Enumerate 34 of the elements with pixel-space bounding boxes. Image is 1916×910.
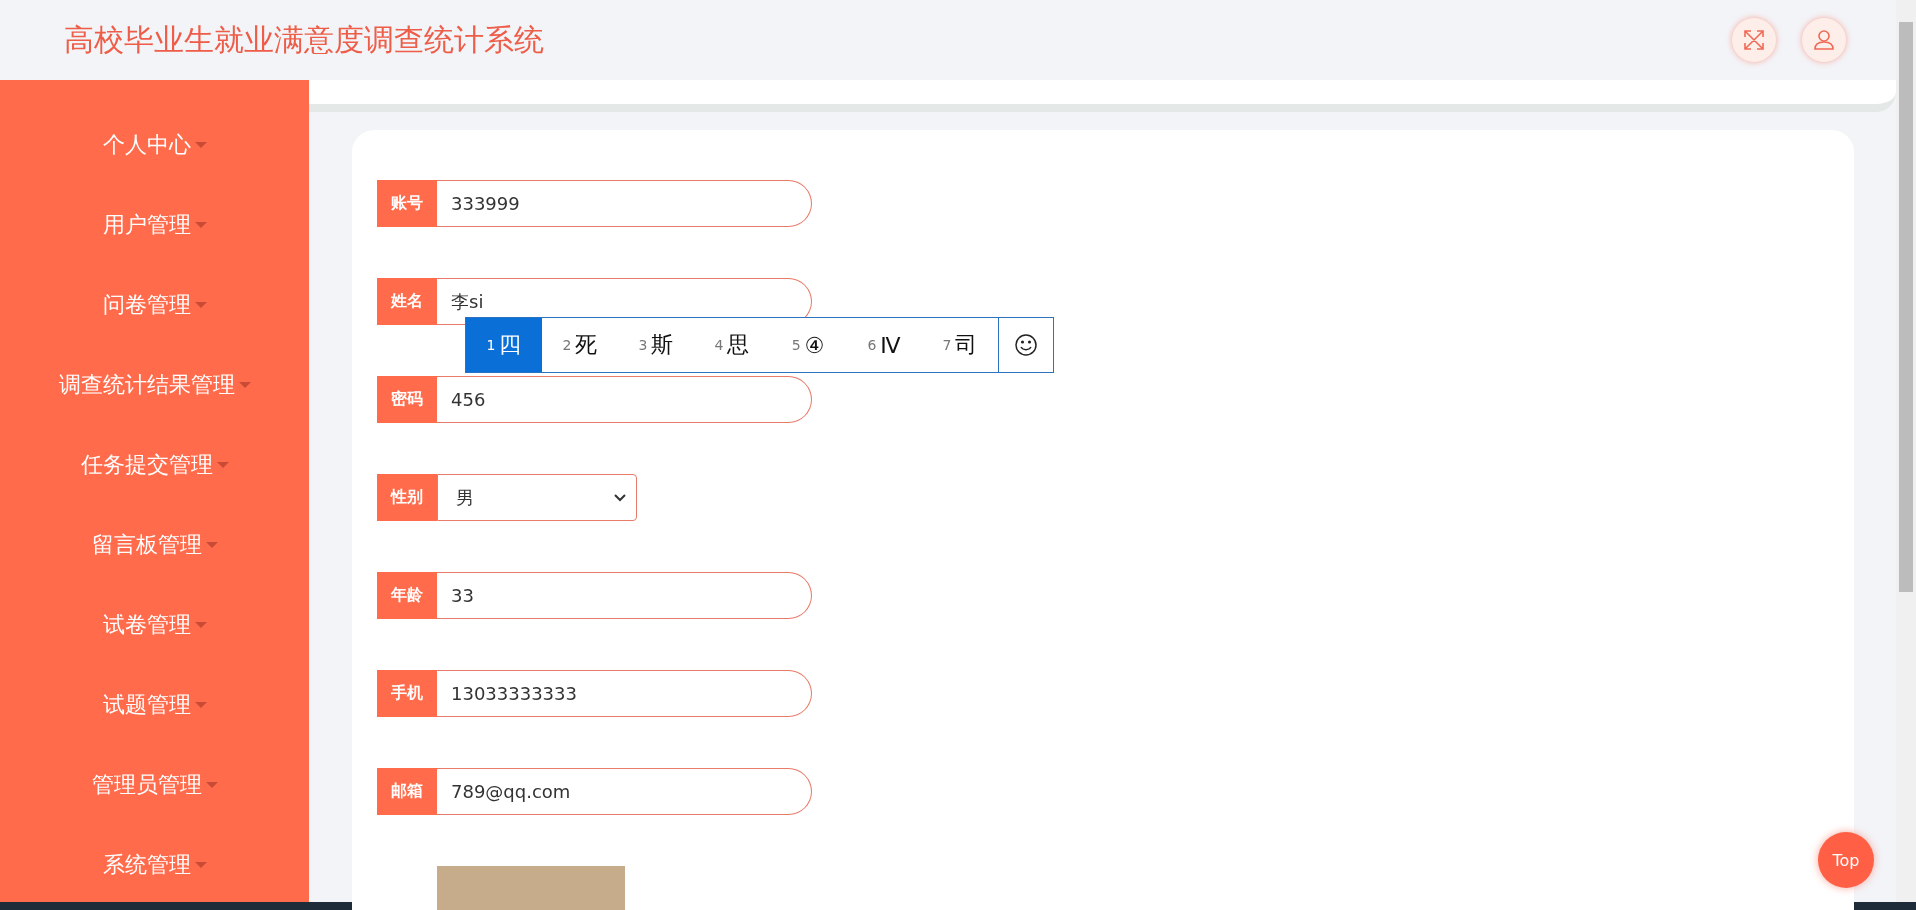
select-field[interactable]: 男 — [437, 474, 637, 521]
scrollbar[interactable] — [1896, 0, 1916, 902]
input-field[interactable]: 789@qq.com — [437, 768, 812, 815]
user-icon — [1813, 29, 1835, 51]
caret-icon — [194, 142, 207, 148]
candidate-item[interactable]: 6 Ⅳ — [846, 318, 922, 372]
caret-icon — [194, 622, 207, 628]
caret-icon — [194, 302, 207, 308]
chevron-down-icon — [614, 493, 626, 502]
smiley-icon — [1014, 333, 1038, 357]
field-label: 性别 — [377, 474, 437, 521]
field-label: 姓名 — [377, 278, 437, 325]
field-label: 手机 — [377, 670, 437, 717]
field-label: 年龄 — [377, 572, 437, 619]
fullscreen-button[interactable] — [1732, 18, 1776, 62]
caret-icon — [238, 382, 251, 388]
candidate-item[interactable]: 1 四 — [466, 318, 542, 372]
input-field[interactable]: 456 — [437, 376, 812, 423]
caret-icon — [194, 862, 207, 868]
app-title: 高校毕业生就业满意度调查统计系统 — [64, 20, 544, 59]
field-label: 账号 — [377, 180, 437, 227]
caret-icon — [216, 462, 229, 468]
caret-icon — [205, 542, 218, 548]
caret-icon — [205, 782, 218, 788]
field-label: 密码 — [377, 376, 437, 423]
input-field[interactable]: 33 — [437, 572, 812, 619]
candidate-item[interactable]: 7 司 — [922, 318, 998, 372]
caret-icon — [194, 222, 207, 228]
expand-arrows-icon — [1743, 29, 1765, 51]
input-field[interactable]: 333999 — [437, 180, 812, 227]
user-button[interactable] — [1802, 18, 1846, 62]
field-label: 邮箱 — [377, 768, 437, 815]
caret-icon — [194, 702, 207, 708]
input-field[interactable]: 13033333333 — [437, 670, 812, 717]
